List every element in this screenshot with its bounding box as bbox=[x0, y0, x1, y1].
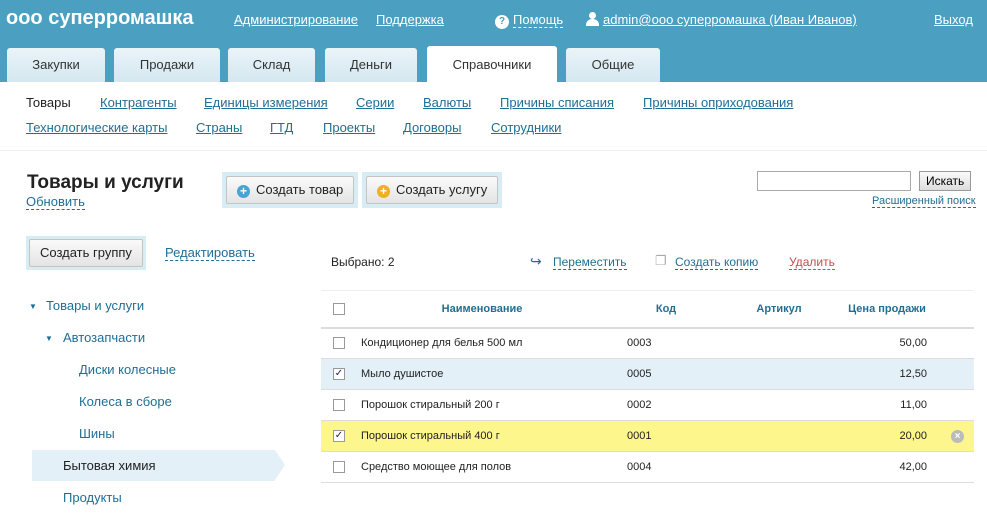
cell-name: Средство моющее для полов bbox=[357, 451, 607, 483]
col-code[interactable]: Код bbox=[607, 290, 725, 329]
table-row[interactable]: Кондиционер для белья 500 мл 0003 50,00 bbox=[321, 327, 974, 359]
refresh-link[interactable]: Обновить bbox=[26, 194, 85, 210]
subnav-employees[interactable]: Сотрудники bbox=[491, 120, 561, 135]
help-icon: ? bbox=[495, 15, 509, 29]
table-row[interactable]: ✓ Мыло душистое 0005 12,50 bbox=[321, 358, 974, 390]
copy-link[interactable]: Создать копию bbox=[675, 255, 759, 270]
tab-general[interactable]: Общие bbox=[566, 48, 660, 82]
copy-icon: ❐ bbox=[655, 253, 667, 268]
move-link[interactable]: Переместить bbox=[553, 255, 627, 270]
company-logo: ооо суперромашка bbox=[6, 7, 194, 29]
divider bbox=[0, 150, 987, 151]
help-link[interactable]: Помощь bbox=[513, 12, 564, 28]
row-checkbox[interactable] bbox=[333, 399, 345, 412]
subnav-tech-cards[interactable]: Технологические карты bbox=[26, 120, 167, 135]
row-checkbox[interactable]: ✓ bbox=[333, 368, 345, 381]
cell-article bbox=[725, 358, 833, 390]
cell-article bbox=[725, 420, 833, 452]
cell-price: 42,00 bbox=[833, 451, 941, 483]
table-row[interactable]: Порошок стиральный 200 г 0002 11,00 bbox=[321, 389, 974, 421]
collapse-icon[interactable]: ▼ bbox=[29, 302, 37, 311]
tree-item-wheels[interactable]: Диски колесные bbox=[79, 362, 176, 377]
cell-price: 11,00 bbox=[833, 389, 941, 421]
create-group-wrap: Создать группу bbox=[26, 236, 146, 270]
tab-purchases[interactable]: Закупки bbox=[7, 48, 105, 82]
cell-price: 50,00 bbox=[833, 327, 941, 359]
create-group-button[interactable]: Создать группу bbox=[29, 239, 143, 267]
cell-name: Мыло душистое bbox=[357, 358, 607, 390]
subnav-counterparties[interactable]: Контрагенты bbox=[100, 95, 177, 110]
create-product-label: Создать товар bbox=[256, 182, 344, 197]
selected-count: Выбрано: 2 bbox=[331, 255, 395, 269]
cell-price: 12,50 bbox=[833, 358, 941, 390]
selected-arrow bbox=[275, 450, 285, 480]
top-bar: ооо суперромашка Администрирование Подде… bbox=[0, 0, 987, 82]
col-article[interactable]: Артикул bbox=[725, 290, 833, 329]
advanced-search-link[interactable]: Расширенный поиск bbox=[872, 195, 976, 208]
user-icon bbox=[586, 12, 599, 26]
collapse-icon[interactable]: ▼ bbox=[45, 334, 53, 343]
create-service-wrap: + Создать услугу bbox=[362, 172, 503, 208]
products-table: Наименование Код Артикул Цена продажи Ко… bbox=[321, 290, 974, 483]
col-price[interactable]: Цена продажи bbox=[833, 290, 941, 329]
tree-item-wheel-assembly[interactable]: Колеса в сборе bbox=[79, 394, 172, 409]
search-input[interactable] bbox=[757, 171, 911, 191]
select-all-checkbox[interactable] bbox=[333, 302, 345, 315]
col-name[interactable]: Наименование bbox=[357, 290, 607, 329]
cell-code: 0004 bbox=[607, 451, 725, 483]
create-product-wrap: + Создать товар bbox=[222, 172, 359, 208]
tree-item-food[interactable]: Продукты bbox=[63, 490, 122, 505]
row-checkbox[interactable]: ✓ bbox=[333, 430, 345, 443]
logout-link[interactable]: Выход bbox=[934, 12, 973, 27]
tab-directories[interactable]: Справочники bbox=[427, 46, 557, 82]
subnav-units[interactable]: Единицы измерения bbox=[204, 95, 328, 110]
row-checkbox[interactable] bbox=[333, 337, 345, 350]
cell-price: 20,00 bbox=[833, 420, 941, 452]
support-link[interactable]: Поддержка bbox=[376, 12, 444, 27]
tab-sales[interactable]: Продажи bbox=[114, 48, 220, 82]
delete-link[interactable]: Удалить bbox=[789, 255, 835, 270]
plus-icon: + bbox=[377, 185, 390, 198]
admin-link[interactable]: Администрирование bbox=[234, 12, 358, 27]
move-icon: ↪ bbox=[530, 253, 542, 269]
search-button[interactable]: Искать bbox=[919, 171, 972, 191]
subnav-projects[interactable]: Проекты bbox=[323, 120, 375, 135]
subnav-products: Товары bbox=[26, 95, 71, 110]
row-checkbox[interactable] bbox=[333, 461, 345, 474]
cell-name: Кондиционер для белья 500 мл bbox=[357, 327, 607, 359]
plus-icon: + bbox=[237, 185, 250, 198]
tab-warehouse[interactable]: Склад bbox=[228, 48, 315, 82]
edit-group-link[interactable]: Редактировать bbox=[165, 245, 255, 261]
create-service-button[interactable]: + Создать услугу bbox=[366, 176, 499, 204]
table-header: Наименование Код Артикул Цена продажи bbox=[321, 290, 974, 329]
create-service-label: Создать услугу bbox=[396, 182, 488, 197]
cell-name: Порошок стиральный 400 г bbox=[357, 420, 607, 452]
cell-code: 0001 bbox=[607, 420, 725, 452]
cell-code: 0003 bbox=[607, 327, 725, 359]
cell-name: Порошок стиральный 200 г bbox=[357, 389, 607, 421]
page-title: Товары и услуги bbox=[27, 172, 184, 193]
subnav-writeoff-reasons[interactable]: Причины списания bbox=[500, 95, 614, 110]
subnav-contracts[interactable]: Договоры bbox=[403, 120, 461, 135]
subnav-countries[interactable]: Страны bbox=[196, 120, 242, 135]
table-row[interactable]: Средство моющее для полов 0004 42,00 bbox=[321, 451, 974, 483]
cell-article bbox=[725, 389, 833, 421]
cell-code: 0002 bbox=[607, 389, 725, 421]
subnav-receipt-reasons[interactable]: Причины оприходования bbox=[643, 95, 793, 110]
tree-item-tires[interactable]: Шины bbox=[79, 426, 115, 441]
subnav-series[interactable]: Серии bbox=[356, 95, 394, 110]
cell-code: 0005 bbox=[607, 358, 725, 390]
remove-icon[interactable]: × bbox=[951, 429, 964, 443]
cell-article bbox=[725, 451, 833, 483]
subnav-gtd[interactable]: ГТД bbox=[270, 120, 293, 135]
table-row[interactable]: ✓ Порошок стиральный 400 г 0001 20,00 × bbox=[321, 420, 974, 452]
tree-item-root[interactable]: Товары и услуги bbox=[46, 298, 144, 313]
create-product-button[interactable]: + Создать товар bbox=[226, 176, 355, 204]
tree-item-household-chemicals[interactable]: Бытовая химия bbox=[63, 458, 156, 473]
tree-item-autoparts[interactable]: Автозапчасти bbox=[63, 330, 145, 345]
user-link[interactable]: admin@ооо суперромашка (Иван Иванов) bbox=[603, 12, 857, 27]
tab-money[interactable]: Деньги bbox=[325, 48, 417, 82]
cell-article bbox=[725, 327, 833, 359]
subnav-currencies[interactable]: Валюты bbox=[423, 95, 471, 110]
